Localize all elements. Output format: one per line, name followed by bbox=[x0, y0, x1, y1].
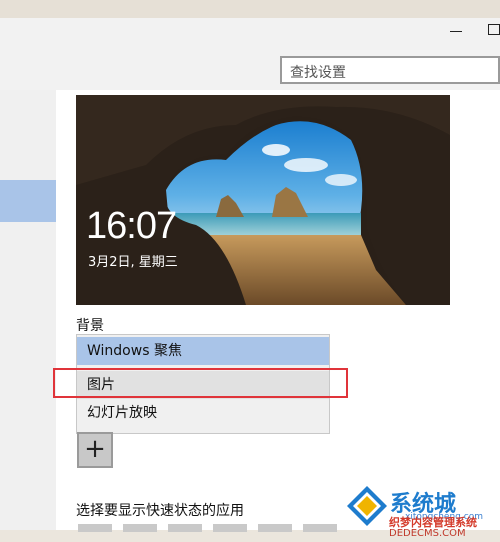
desktop-strip bbox=[0, 0, 500, 18]
background-label: 背景 bbox=[76, 318, 104, 334]
search-placeholder: 查找设置 bbox=[290, 65, 346, 81]
quick-status-slot[interactable] bbox=[303, 524, 337, 532]
lockscreen-time: 16:07 bbox=[86, 205, 177, 247]
quick-status-slot[interactable] bbox=[258, 524, 292, 532]
quick-status-slot[interactable] bbox=[213, 524, 247, 532]
screen: 查找设置 16:07 3月2日, 星期三 背景 Windows 聚焦 图片 幻灯… bbox=[0, 0, 500, 542]
quick-status-label: 选择要显示快速状态的应用 bbox=[76, 503, 244, 519]
quick-status-slot[interactable] bbox=[168, 524, 202, 532]
watermark: 系统城 xitongcheng.com 织梦内容管理系统 DEDECMS.COM bbox=[345, 484, 500, 542]
quick-status-slot[interactable] bbox=[123, 524, 157, 532]
option-windows-spotlight[interactable]: Windows 聚焦 bbox=[77, 337, 329, 365]
watermark-url: DEDECMS.COM bbox=[389, 528, 466, 539]
main-content: 16:07 3月2日, 星期三 背景 Windows 聚焦 图片 幻灯片放映 +… bbox=[53, 90, 500, 532]
add-button[interactable]: + bbox=[77, 432, 113, 468]
settings-window: 查找设置 16:07 3月2日, 星期三 背景 Windows 聚焦 图片 幻灯… bbox=[0, 18, 500, 532]
annotation-red-box bbox=[53, 368, 348, 398]
lockscreen-preview: 16:07 3月2日, 星期三 bbox=[76, 95, 450, 305]
windows-logo-icon bbox=[347, 486, 387, 526]
search-input[interactable]: 查找设置 bbox=[280, 56, 500, 84]
quick-status-slot[interactable] bbox=[78, 524, 112, 532]
minimize-button[interactable] bbox=[450, 25, 462, 32]
sidebar-item-lockscreen[interactable] bbox=[0, 180, 56, 222]
cave-beach-image bbox=[76, 95, 450, 305]
title-bar: 查找设置 bbox=[0, 18, 500, 90]
sidebar bbox=[0, 90, 56, 530]
maximize-button[interactable] bbox=[488, 24, 500, 35]
lockscreen-date: 3月2日, 星期三 bbox=[88, 255, 178, 270]
option-slideshow[interactable]: 幻灯片放映 bbox=[77, 399, 329, 427]
